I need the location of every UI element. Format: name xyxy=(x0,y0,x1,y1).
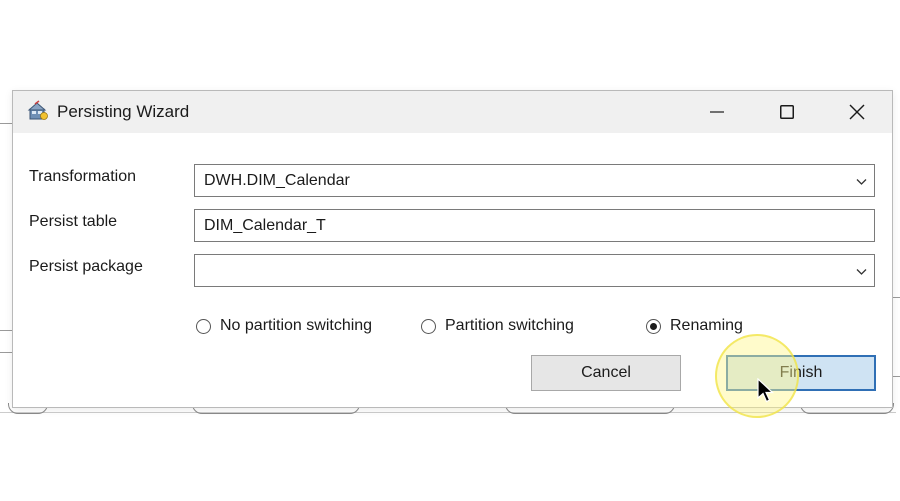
option-no-partition-switching[interactable]: No partition switching xyxy=(196,315,372,337)
cursor-highlight xyxy=(715,334,799,418)
option-partition-switching[interactable]: Partition switching xyxy=(421,315,574,337)
minimize-button[interactable] xyxy=(682,91,752,133)
window-title: Persisting Wizard xyxy=(57,102,190,121)
transformation-dropdown[interactable]: DWH.DIM_Calendar xyxy=(194,164,875,197)
wizard-app-icon xyxy=(27,100,48,120)
option-label: Renaming xyxy=(670,317,743,334)
radio-button[interactable] xyxy=(196,318,211,334)
radio-button[interactable] xyxy=(421,318,436,334)
persist-package-dropdown[interactable] xyxy=(194,254,875,287)
close-button[interactable] xyxy=(822,91,892,133)
background-divider xyxy=(0,352,12,353)
chevron-down-icon xyxy=(856,269,867,275)
radio-button-selected[interactable] xyxy=(646,318,661,334)
title-bar[interactable]: Persisting Wizard xyxy=(13,91,892,133)
close-icon xyxy=(849,104,865,120)
background-divider xyxy=(0,123,12,124)
persist-table-value: DIM_Calendar_T xyxy=(204,217,326,234)
persist-package-label: Persist package xyxy=(29,258,143,275)
persist-table-label: Persist table xyxy=(29,213,118,230)
option-renaming[interactable]: Renaming xyxy=(646,315,743,337)
mouse-pointer-icon xyxy=(757,378,775,403)
maximize-button[interactable] xyxy=(752,91,822,133)
chevron-down-icon xyxy=(856,179,867,185)
maximize-icon xyxy=(780,105,794,119)
transformation-value: DWH.DIM_Calendar xyxy=(204,172,350,189)
persist-table-input[interactable]: DIM_Calendar_T xyxy=(194,209,875,242)
cancel-button[interactable]: Cancel xyxy=(531,355,681,391)
option-label: Partition switching xyxy=(445,317,574,334)
background-divider xyxy=(0,330,12,331)
option-label: No partition switching xyxy=(220,317,373,334)
minimize-icon xyxy=(710,111,724,113)
transformation-label: Transformation xyxy=(29,168,136,185)
